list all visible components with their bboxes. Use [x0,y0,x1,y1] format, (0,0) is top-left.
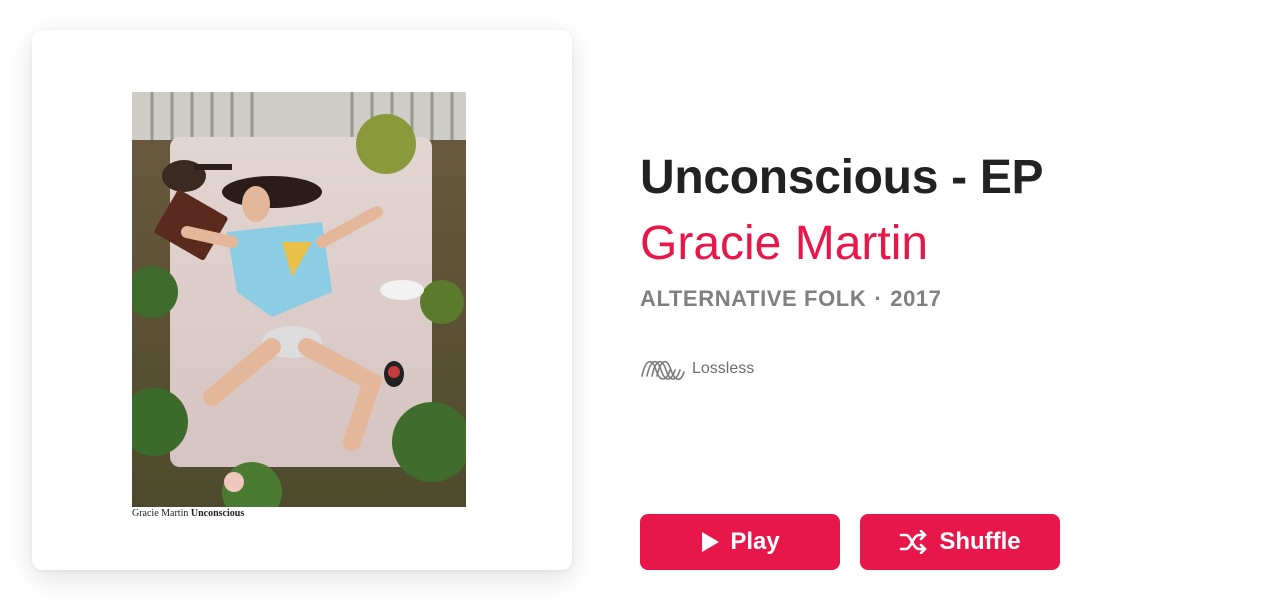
genre-label: ALTERNATIVE FOLK [640,286,867,311]
cover-caption-artist: Gracie Martin [132,508,189,519]
lossless-label: Lossless [692,360,755,377]
shuffle-icon [900,530,927,554]
play-icon [702,532,720,552]
play-button-label: Play [730,528,780,555]
album-cover-image [132,92,466,507]
lossless-badge: Lossless [640,354,754,384]
meta-separator: · [874,286,883,311]
album-meta: ALTERNATIVE FOLK · 2017 [640,286,942,312]
album-artwork-card: Gracie Martin Unconscious [32,30,572,570]
cover-caption-album: Unconscious [190,508,245,519]
release-year: 2017 [890,286,942,311]
play-button[interactable]: Play [640,514,840,570]
lossless-waveform-icon [641,360,685,381]
artist-link[interactable]: Gracie Martin [640,216,928,271]
cover-caption: Gracie Martin Unconscious [132,508,244,519]
album-title: Unconscious - EP [640,151,1044,204]
shuffle-button[interactable]: Shuffle [860,514,1060,570]
shuffle-button-label: Shuffle [939,528,1021,555]
